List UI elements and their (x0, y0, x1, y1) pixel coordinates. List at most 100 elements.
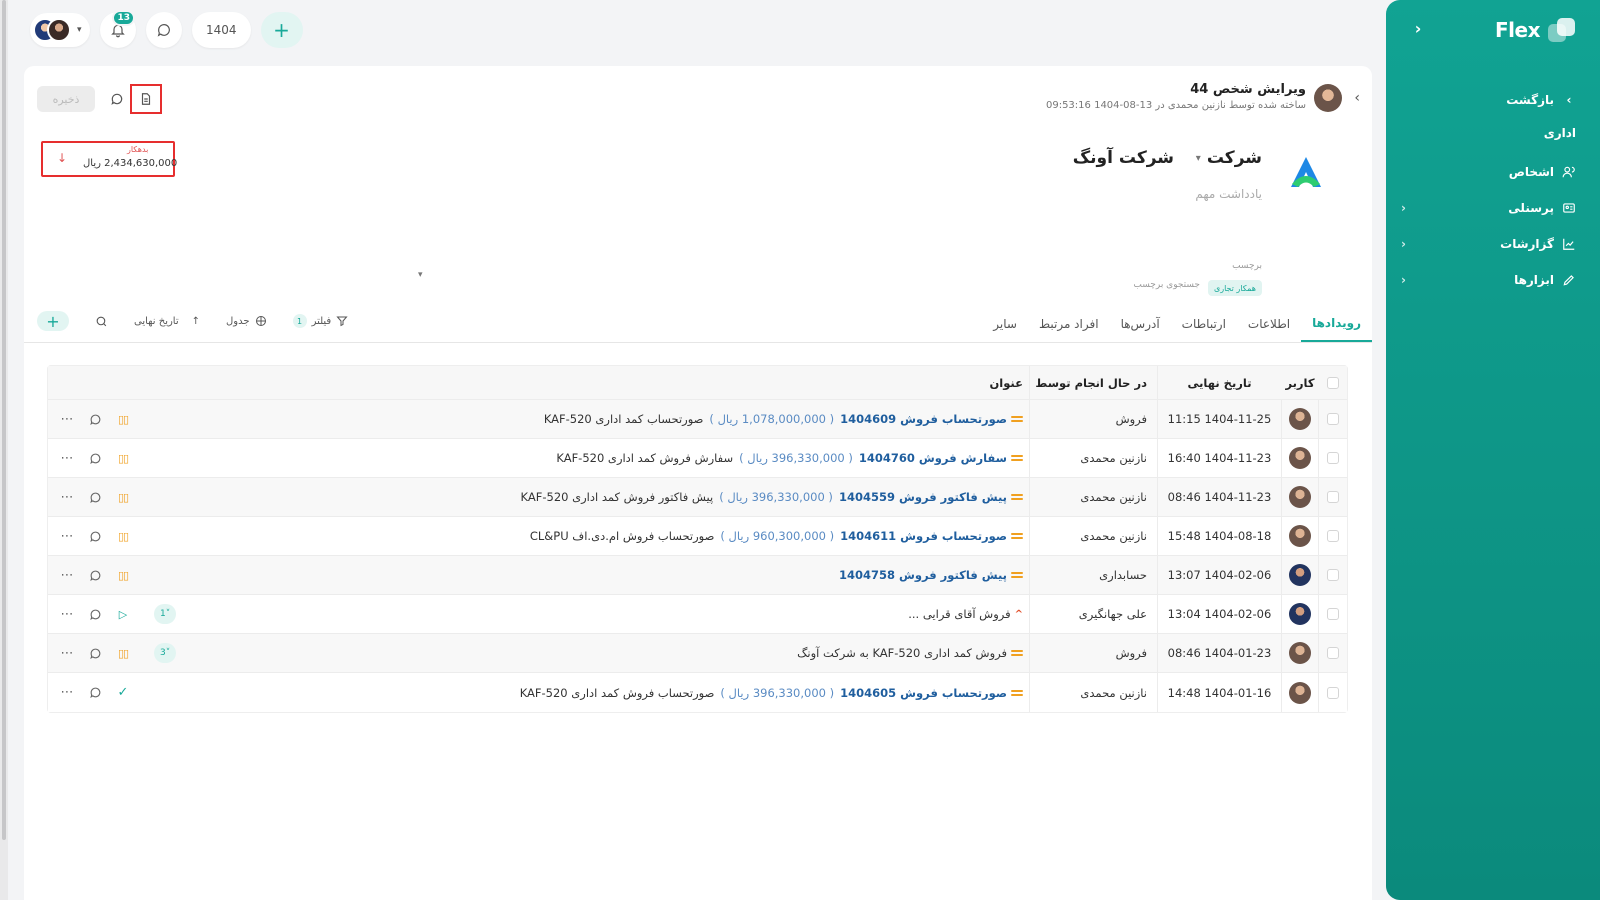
document-link[interactable]: صورتحساب فروش 1404611 (840, 529, 1007, 543)
row-checkbox[interactable] (1327, 647, 1339, 659)
pause-icon[interactable]: ▯▯ (116, 451, 130, 465)
chat-icon[interactable] (88, 607, 102, 621)
sidebar-item-tools[interactable]: ابزارها ‹ (1401, 268, 1576, 292)
table-row[interactable]: 1404-02-06 13:07 حسابداری پیش فاکتور فرو… (48, 556, 1347, 595)
quick-add-button[interactable]: + (260, 12, 303, 48)
row-checkbox[interactable] (1327, 530, 1339, 542)
subtask-count-chip[interactable]: 3 ˅ (154, 643, 177, 663)
chat-icon[interactable] (88, 490, 102, 504)
more-icon[interactable]: ⋯ (60, 685, 74, 700)
tab-other[interactable]: سایر (982, 306, 1028, 342)
row-select[interactable] (1319, 439, 1347, 477)
row-checkbox[interactable] (1327, 686, 1339, 699)
more-icon[interactable]: ⋯ (60, 607, 74, 622)
chat-icon[interactable] (88, 646, 102, 660)
row-select[interactable] (1319, 517, 1347, 555)
table-row[interactable]: 1404-08-18 15:48 نازنین محمدی صورتحساب ف… (48, 517, 1347, 556)
table-row[interactable]: 1404-01-23 08:46 فروش فروش کمد اداری KAF… (48, 634, 1347, 673)
row-select[interactable] (1319, 673, 1347, 712)
back-chevron-icon[interactable]: › (1354, 90, 1360, 106)
play-icon[interactable]: ▷ (116, 607, 130, 621)
more-icon[interactable]: ⋯ (60, 529, 74, 544)
add-event-button[interactable]: + (37, 311, 69, 331)
row-checkbox[interactable] (1327, 452, 1339, 464)
row-assignee: نازنین محمدی (1029, 673, 1157, 712)
sidebar-item-reports[interactable]: گزارشات ‹ (1401, 232, 1576, 256)
row-checkbox[interactable] (1327, 413, 1339, 425)
row-checkbox[interactable] (1327, 569, 1339, 581)
tab-info[interactable]: اطلاعات (1237, 306, 1301, 342)
tab-addresses[interactable]: آدرس‌ها (1110, 306, 1171, 342)
chat-icon[interactable] (88, 686, 102, 700)
table-row[interactable]: 1404-02-06 13:04 علی جهانگیری ^ فروش آقا… (48, 595, 1347, 634)
sort-button[interactable]: تاریخ نهایی ↑ (134, 316, 200, 327)
save-button[interactable]: ذخیره (37, 86, 95, 112)
pause-icon[interactable]: ▯▯ (116, 568, 130, 582)
tag-label: برچسب (1232, 261, 1262, 271)
search-icon[interactable] (95, 315, 108, 328)
event-description: صورتحساب فروش کمد اداری KAF-520 (519, 685, 715, 700)
document-amount: ( 960,300,000 ریال ) (720, 529, 835, 543)
row-select[interactable] (1319, 556, 1347, 594)
select-all-cell[interactable] (1319, 366, 1347, 399)
row-select[interactable] (1319, 400, 1347, 438)
user-menu[interactable]: ▾ (30, 13, 90, 47)
tag-chip[interactable]: همکار تجاری (1207, 280, 1262, 296)
chat-icon[interactable] (88, 568, 102, 582)
chevron-down-icon: ▾ (1195, 152, 1201, 164)
table-row[interactable]: 1404-11-23 08:46 نازنین محمدی پیش فاکتور… (48, 478, 1347, 517)
tag-search-input[interactable]: جستجوی برچسب (1133, 280, 1200, 290)
document-link[interactable]: سفارش فروش 1404760 (859, 451, 1007, 465)
sidebar-back[interactable]: › بازگشت (1401, 88, 1576, 112)
pause-icon[interactable]: ▯▯ (116, 412, 130, 426)
row-select[interactable] (1319, 634, 1347, 672)
more-icon[interactable]: ⋯ (60, 568, 74, 583)
tab-communications[interactable]: ارتباطات (1171, 306, 1237, 342)
pause-icon[interactable]: ▯▯ (116, 490, 130, 504)
document-link[interactable]: صورتحساب فروش 1404609 (840, 412, 1007, 426)
row-checkbox[interactable] (1327, 608, 1339, 620)
chevron-down-icon[interactable]: ▾ (418, 270, 423, 280)
table-row[interactable]: 1404-11-25 11:15 فروش صورتحساب فروش 1404… (48, 400, 1347, 439)
comment-button[interactable] (106, 88, 128, 110)
document-link[interactable]: صورتحساب فروش 1404605 (840, 686, 1007, 700)
view-toggle-button[interactable]: جدول (226, 315, 267, 327)
select-all-checkbox[interactable] (1327, 376, 1339, 389)
chat-button[interactable] (146, 12, 182, 48)
table-row[interactable]: 1404-01-16 14:48 نازنین محمدی صورتحساب ف… (48, 673, 1347, 712)
check-icon[interactable]: ✓ (116, 685, 130, 700)
company-name-field[interactable]: شرکت آونگ (1073, 148, 1174, 168)
chat-icon[interactable] (88, 451, 102, 465)
sidebar-item-personnel[interactable]: پرسنلی ‹ (1401, 196, 1576, 220)
row-checkbox[interactable] (1327, 491, 1339, 503)
more-icon[interactable]: ⋯ (60, 451, 74, 466)
tab-related-people[interactable]: افراد مرتبط (1028, 306, 1110, 342)
scrollbar-thumb[interactable] (2, 0, 6, 840)
tab-events[interactable]: رویدادها (1301, 306, 1372, 342)
row-actions: ⋯ ✓ (48, 673, 130, 712)
document-link[interactable]: پیش فاکتور فروش 1404758 (839, 568, 1007, 582)
page-title: ویرایش شخص 44 (1190, 82, 1306, 97)
page-scrollbar[interactable] (0, 0, 8, 900)
table-row[interactable]: 1404-11-23 16:40 نازنین محمدی سفارش فروش… (48, 439, 1347, 478)
document-button[interactable] (130, 84, 162, 114)
notifications-button[interactable]: 13 (100, 10, 136, 48)
row-actions: ⋯ ▯▯ (48, 517, 130, 555)
subtask-count-chip[interactable]: 1 ˅ (154, 604, 177, 624)
more-icon[interactable]: ⋯ (60, 490, 74, 505)
row-select[interactable] (1319, 595, 1347, 633)
sidebar-collapse-button[interactable]: ‹ (1406, 16, 1430, 40)
more-icon[interactable]: ⋯ (60, 412, 74, 427)
entity-type-select[interactable]: شرکت ▾ (1196, 148, 1262, 168)
pause-icon[interactable]: ▯▯ (116, 529, 130, 543)
more-icon[interactable]: ⋯ (60, 646, 74, 661)
important-note-input[interactable]: یادداشت مهم (1195, 187, 1262, 201)
document-link[interactable]: پیش فاکتور فروش 1404559 (839, 490, 1007, 504)
sidebar-item-people[interactable]: اشخاص (1401, 160, 1576, 184)
chat-icon[interactable] (88, 412, 102, 426)
row-select[interactable] (1319, 478, 1347, 516)
chat-icon[interactable] (88, 529, 102, 543)
filter-button[interactable]: 1 فیلتر (292, 314, 349, 328)
pause-icon[interactable]: ▯▯ (116, 646, 130, 660)
fiscal-year-selector[interactable]: 1404 (192, 12, 251, 48)
